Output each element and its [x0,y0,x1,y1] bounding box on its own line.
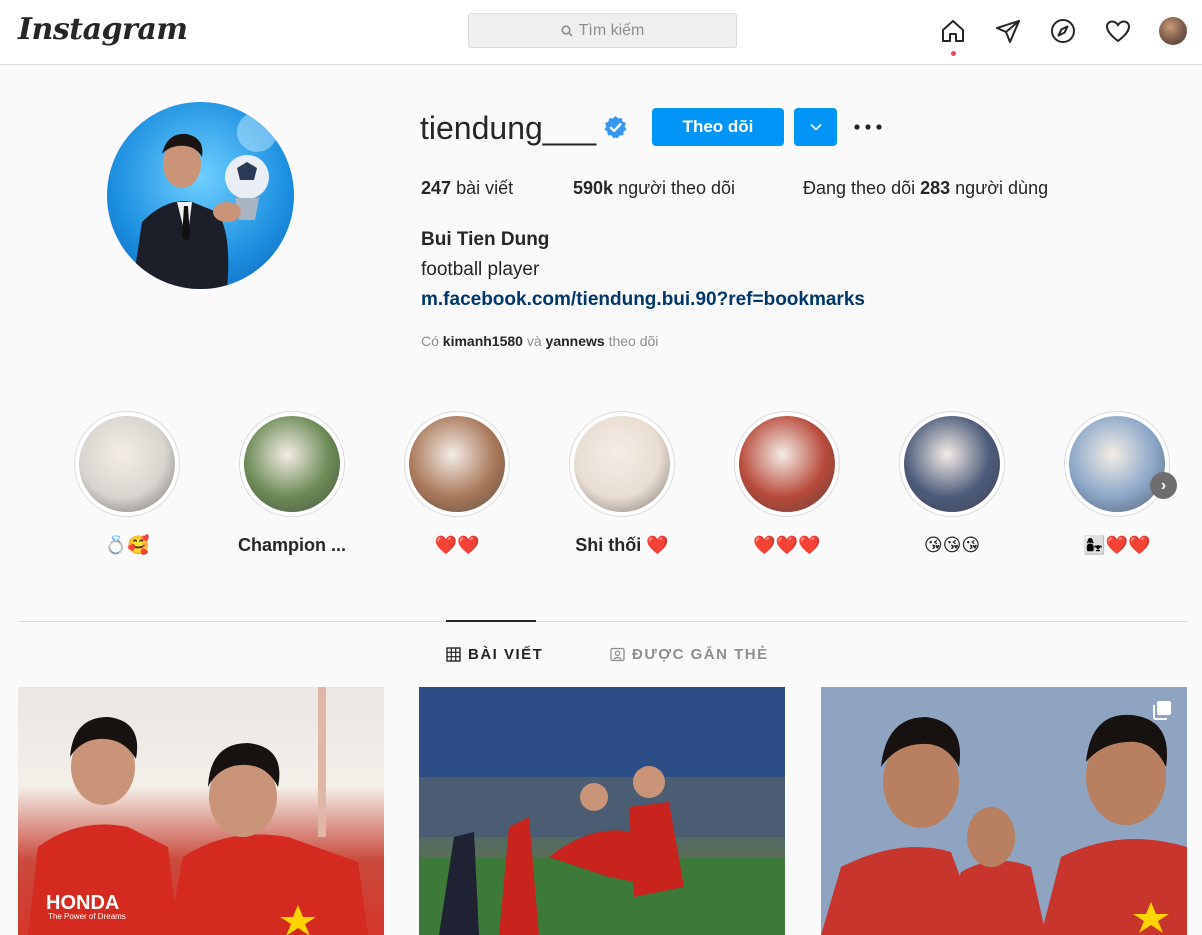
home-icon[interactable] [939,17,967,45]
highlight-cover-image [409,416,505,512]
highlight-item[interactable]: 😘😘😘 [877,411,1027,556]
instagram-logo[interactable]: Instagram [18,12,188,47]
highlight-cover-ring [569,411,675,517]
posts-count: 247 bài viết [421,178,514,198]
highlight-cover-image [739,416,835,512]
top-navbar: Instagram Tìm kiếm [0,0,1202,65]
suggested-accounts-dropdown-button[interactable] [794,108,837,146]
highlight-cover-ring [734,411,840,517]
following-count[interactable]: Đang theo dõi 283 người dùng [803,178,1048,199]
highlight-item[interactable]: Champion ... [217,411,367,556]
home-notification-dot [951,51,956,56]
highlight-cover-ring [404,411,510,517]
highlight-item[interactable]: Shi thối ❤️ [547,411,697,556]
tab-posts[interactable]: BÀI VIẾT [446,646,543,663]
tagged-person-icon [610,647,625,662]
active-tab-indicator [446,620,536,622]
carousel-multiple-icon [1153,701,1171,720]
direct-message-icon[interactable] [994,17,1022,45]
highlight-label: ❤️❤️❤️ [753,535,821,555]
post-thumbnail[interactable] [419,687,785,935]
post-thumbnail[interactable]: HONDA The Power of Dreams [18,687,384,935]
profile-website-link[interactable]: m.facebook.com/tiendung.bui.90?ref=bookm… [421,289,865,311]
post-photo [821,687,1187,935]
post-thumbnail[interactable] [821,687,1187,935]
chevron-down-icon [809,123,822,131]
profile-username: tiendung___ [420,110,597,146]
grid-icon [446,647,461,662]
highlight-cover-ring [1064,411,1170,517]
highlight-item[interactable]: ❤️❤️ [382,411,532,556]
highlight-item[interactable]: 💍🥰 [52,411,202,556]
highlight-cover-image [244,416,340,512]
highlight-cover-image [1069,416,1165,512]
highlight-label: ❤️❤️ [434,535,480,555]
more-dots-icon [854,124,882,130]
jersey-sponsor-text: HONDA [46,892,119,914]
search-input[interactable]: Tìm kiếm [468,13,737,48]
explore-compass-icon[interactable] [1049,17,1077,45]
highlight-cover-image [574,416,670,512]
highlight-cover-image [904,416,1000,512]
post-photo: HONDA The Power of Dreams [28,687,368,935]
highlight-label: 👩‍👧❤️❤️ [1083,535,1151,555]
mutual-follower-2[interactable]: yannews [546,333,605,349]
highlight-label: 💍🥰 [104,535,150,555]
followed-by-text: Có kimanh1580 và yannews theo dõi [421,333,659,349]
follow-button[interactable]: Theo dõi [652,108,784,146]
highlight-label: Champion ... [238,535,346,555]
jersey-sponsor-subtext: The Power of Dreams [48,912,126,921]
highlights-next-arrow-icon[interactable]: › [1150,472,1177,499]
search-placeholder: Tìm kiếm [578,21,645,39]
verified-badge-icon [604,116,627,139]
highlight-cover-ring [74,411,180,517]
post-photo [419,687,785,935]
highlight-label: Shi thối ❤️ [575,535,669,555]
tabs-divider [18,621,1187,622]
more-options-button[interactable] [852,112,884,142]
profile-photo [132,112,277,289]
user-avatar[interactable] [1159,17,1187,45]
highlight-item[interactable]: ❤️❤️❤️ [712,411,862,556]
highlight-cover-ring [239,411,345,517]
highlight-label: 😘😘😘 [923,535,981,555]
highlight-cover-image [79,416,175,512]
profile-avatar[interactable] [107,102,294,289]
mutual-follower-1[interactable]: kimanh1580 [443,333,523,349]
profile-bio: football player [421,259,540,280]
followers-count[interactable]: 590k người theo dõi [573,178,735,199]
highlight-cover-ring [899,411,1005,517]
search-icon [561,24,573,37]
activity-heart-icon[interactable] [1104,17,1132,45]
tab-tagged[interactable]: ĐƯỢC GẮN THẺ [610,646,769,663]
profile-full-name: Bui Tien Dung [421,229,550,250]
